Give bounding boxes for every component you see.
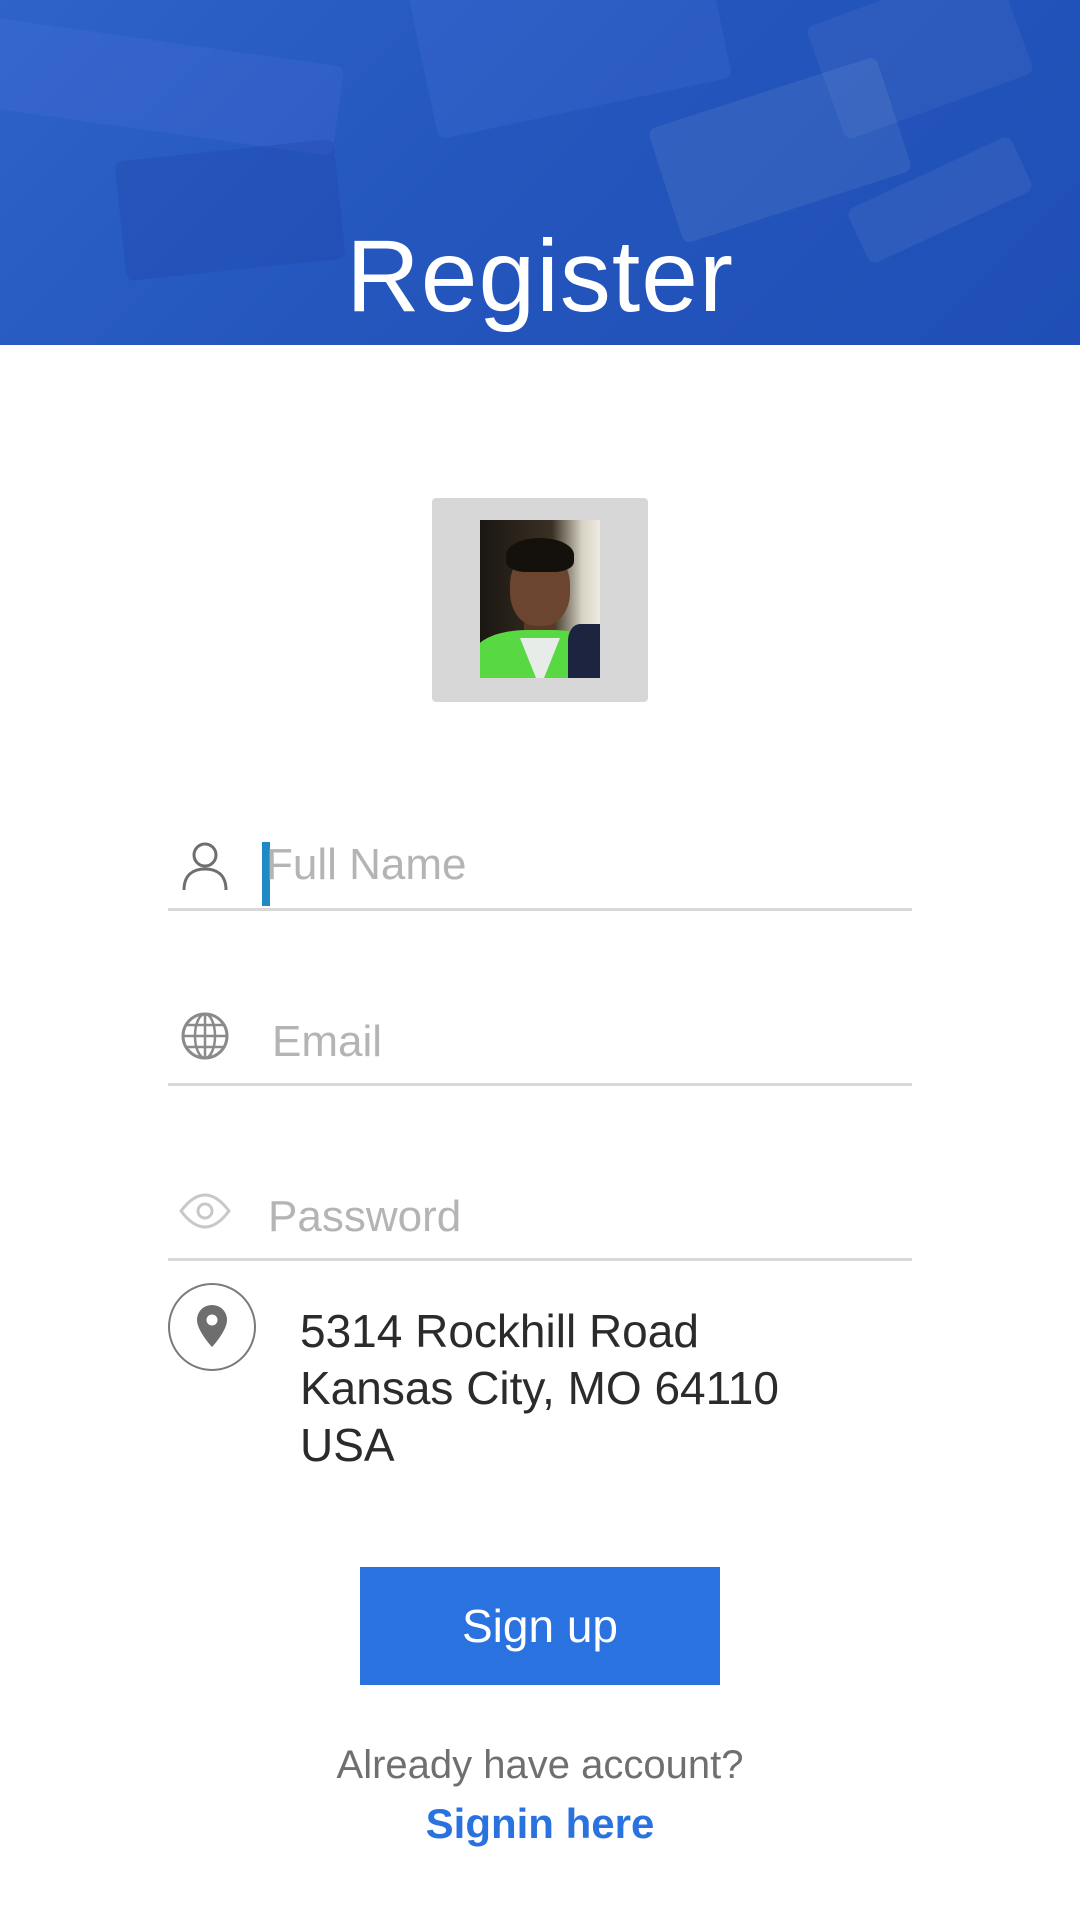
eye-icon[interactable] [178,1184,232,1238]
location-pin-icon[interactable] [168,1283,256,1371]
signin-link[interactable]: Signin here [0,1800,1080,1848]
email-input[interactable] [272,1007,912,1077]
address-text: 5314 Rockhill Road Kansas City, MO 64110… [300,1303,860,1474]
email-field [168,983,912,1086]
header-decor [0,13,345,157]
avatar[interactable] [432,498,648,702]
signup-button[interactable]: Sign up [360,1567,720,1685]
password-input[interactable] [268,1182,908,1252]
address-line-2: Kansas City, MO 64110 [300,1362,779,1414]
header-banner: Register [0,0,1080,345]
address-line-3: USA [300,1419,395,1471]
password-field [168,1158,912,1261]
globe-icon [181,1012,229,1060]
profile-photo [480,520,600,678]
header-decor [805,0,1035,141]
address-line-1: 5314 Rockhill Road [300,1305,699,1357]
full-name-field [168,808,912,911]
full-name-input[interactable] [266,830,906,900]
page-title: Register [346,219,734,333]
person-icon [182,842,228,891]
register-screen: Register Full Name Email 5314 Rockhill R… [0,0,1080,1920]
already-have-account-text: Already have account? [336,1743,744,1787]
